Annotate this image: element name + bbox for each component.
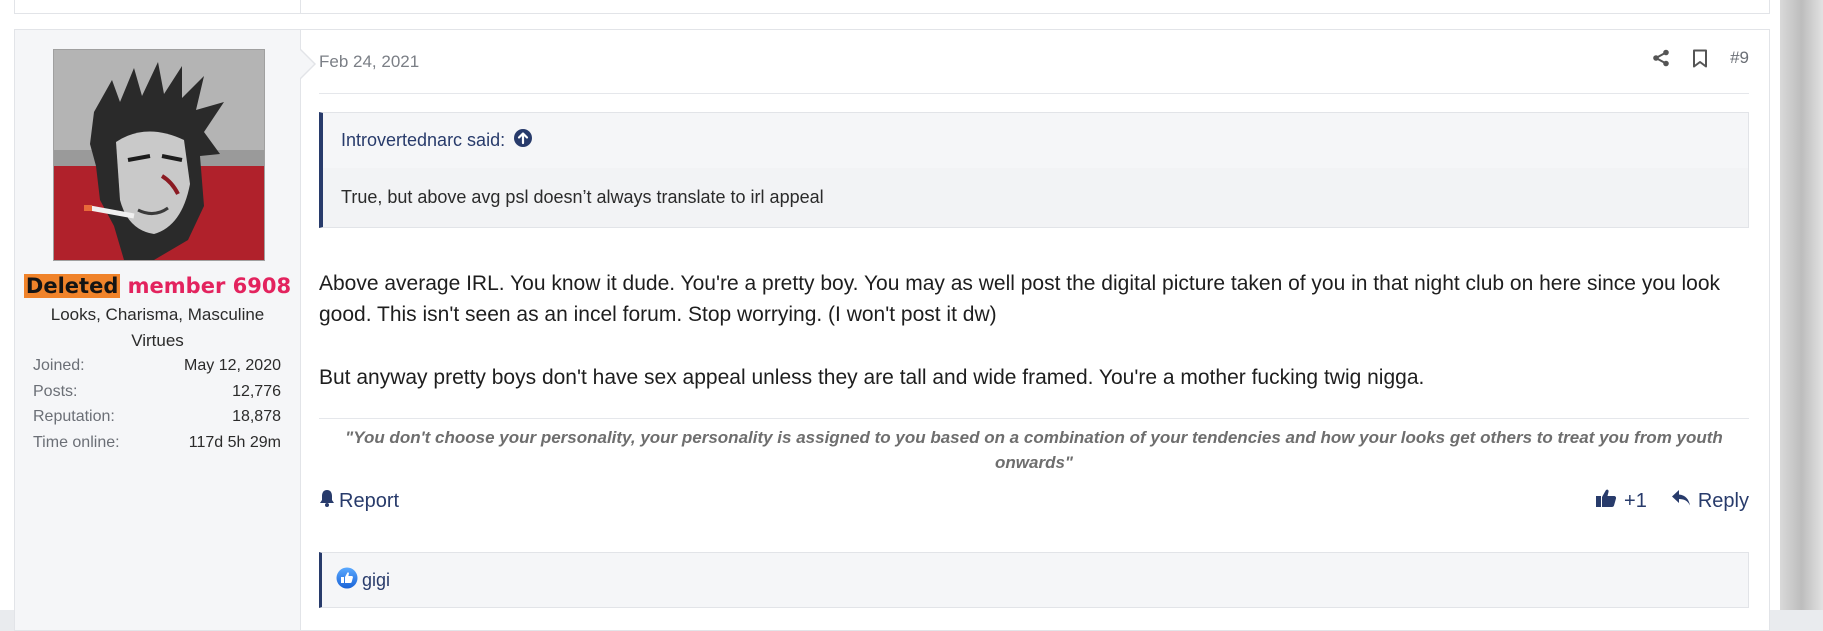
post-date[interactable]: Feb 24, 2021	[319, 52, 419, 72]
quote-content: True, but above avg psl doesn’t always t…	[323, 168, 1748, 227]
post-number-link[interactable]: #9	[1730, 48, 1749, 68]
share-icon[interactable]	[1652, 49, 1670, 67]
reactions-bar[interactable]: gigi	[319, 552, 1749, 608]
stat-posts: Posts: 12,776	[33, 382, 281, 400]
post-footer: Report +1 Reply	[319, 485, 1749, 517]
user-title: Looks, Charisma, Masculine Virtues	[50, 305, 265, 350]
post-header-divider	[319, 93, 1749, 94]
quote-block: Introvertednarc said: True, but above av…	[319, 112, 1749, 228]
reply-button[interactable]: Reply	[1671, 489, 1749, 513]
previous-post-bottom	[14, 0, 1770, 14]
quote-text: True, but above avg psl doesn’t always t…	[341, 187, 824, 207]
stat-time-online: Time online: 117d 5h 29m	[33, 433, 281, 451]
like-count: +1	[1624, 489, 1647, 512]
username-link[interactable]: Deleted member 6908	[15, 274, 300, 298]
bookmark-icon[interactable]	[1692, 49, 1708, 68]
user-cell-arrow	[300, 50, 314, 78]
reaction-users[interactable]: gigi	[362, 570, 390, 591]
forum-post: Deleted member 6908 Looks, Charisma, Mas…	[14, 29, 1770, 631]
user-stats: Joined: May 12, 2020 Posts: 12,776 Reput…	[33, 357, 281, 459]
like-button[interactable]: +1	[1595, 488, 1647, 514]
stat-joined: Joined: May 12, 2020	[33, 357, 281, 374]
page-gutter	[1780, 0, 1823, 610]
reply-label: Reply	[1697, 489, 1749, 512]
post-actions: #9	[1652, 48, 1749, 68]
stat-reputation: Reputation: 18,878	[33, 408, 281, 425]
signature-divider	[319, 418, 1749, 419]
thumbs-up-icon	[1595, 488, 1617, 514]
avatar-image	[54, 50, 264, 260]
deleted-badge: Deleted	[23, 274, 121, 298]
user-avatar[interactable]	[53, 49, 265, 261]
signature: "You don't choose your personality, your…	[345, 428, 1723, 472]
message-paragraph: Above average IRL. You know it dude. You…	[319, 272, 1721, 326]
quote-author[interactable]: Introvertednarc said:	[341, 130, 505, 151]
bell-icon	[319, 489, 335, 513]
footer-actions: +1 Reply	[1595, 488, 1749, 514]
post-main: Feb 24, 2021 #9 Introvertednarc said: Tr…	[319, 30, 1749, 630]
report-label: Report	[339, 489, 400, 512]
username-text: member 6908	[127, 274, 292, 298]
like-reaction-icon	[336, 567, 358, 594]
reply-icon	[1671, 489, 1691, 513]
arrow-up-circle-icon[interactable]	[513, 128, 533, 153]
quote-header[interactable]: Introvertednarc said:	[341, 113, 533, 168]
message-paragraph: But anyway pretty boys don't have sex ap…	[319, 366, 1425, 389]
post-user-cell: Deleted member 6908 Looks, Charisma, Mas…	[15, 30, 301, 630]
report-button[interactable]: Report	[319, 489, 399, 513]
message-body: Above average IRL. You know it dude. You…	[319, 268, 1749, 393]
